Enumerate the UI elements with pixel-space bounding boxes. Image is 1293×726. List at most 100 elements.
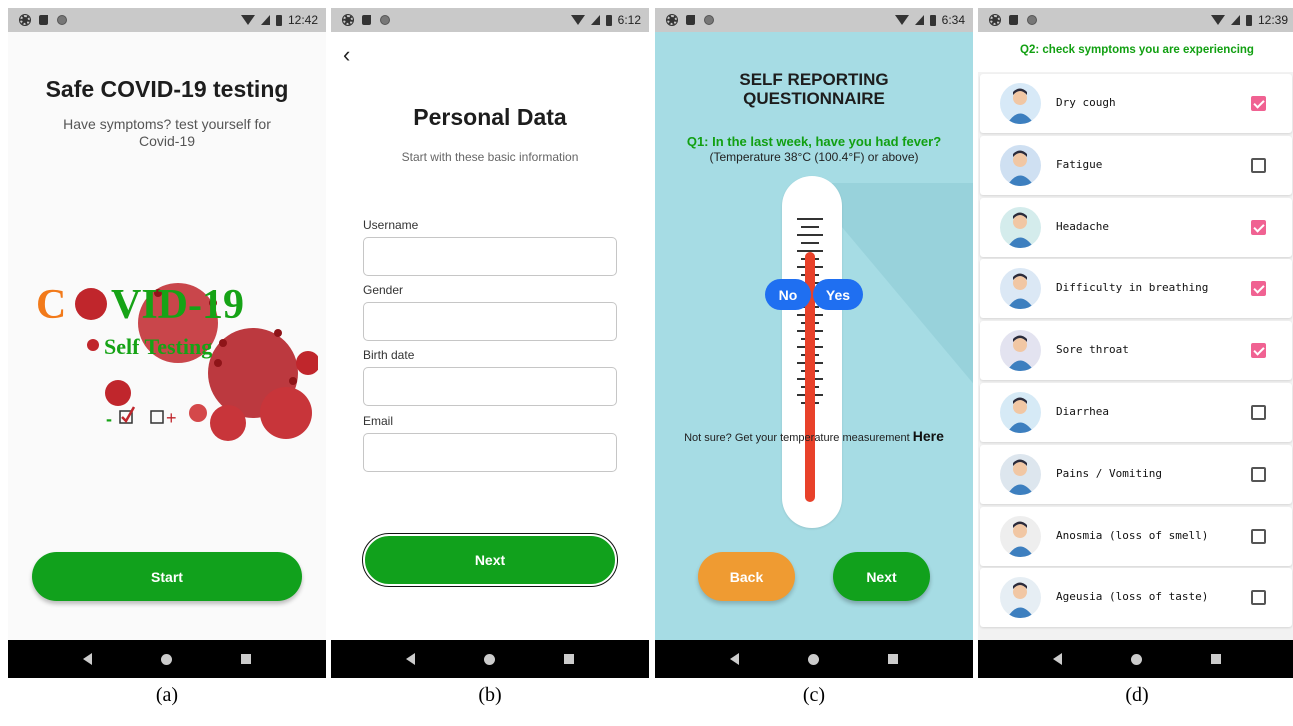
vomiting-icon xyxy=(1000,453,1041,495)
start-button[interactable]: Start xyxy=(32,552,302,601)
symptom-row[interactable]: Difficulty in breathing xyxy=(980,259,1292,319)
status-time: 6:34 xyxy=(941,13,965,27)
gender-label: Gender xyxy=(363,283,404,297)
email-label: Email xyxy=(363,414,394,428)
logo-minus: - xyxy=(106,409,112,429)
signal-icon xyxy=(1230,15,1240,25)
back-button[interactable]: Back xyxy=(698,552,795,601)
nav-back-icon[interactable] xyxy=(405,653,415,665)
not-sure-text: Not sure? Get your temperature measureme… xyxy=(655,428,973,444)
symptom-checkbox[interactable] xyxy=(1251,219,1266,235)
question-text: Q1: In the last week, have you had fever… xyxy=(686,134,942,149)
no-button[interactable]: No xyxy=(765,279,811,310)
signal-icon xyxy=(260,15,270,25)
symptom-label: Pains / Vomiting xyxy=(1056,466,1162,480)
caption-a: (a) xyxy=(155,684,179,706)
status-time: 12:42 xyxy=(287,13,318,27)
symptom-checkbox[interactable] xyxy=(1251,157,1266,173)
page-title: Personal Data xyxy=(413,104,567,130)
nav-recent-icon[interactable] xyxy=(241,654,252,664)
symptom-checkbox[interactable] xyxy=(1251,590,1266,606)
nav-home-icon[interactable] xyxy=(160,653,172,665)
signal-icon xyxy=(914,15,924,25)
nav-back-icon[interactable] xyxy=(1052,653,1062,665)
email-field[interactable] xyxy=(363,433,617,472)
caption-c: (c) xyxy=(802,684,826,706)
signal-icon xyxy=(590,15,600,25)
title-line-2: QUESTIONNAIRE xyxy=(743,89,885,108)
symptom-list: Dry cough Fatigue Headache Difficulty in br… xyxy=(980,74,1292,630)
screen-welcome: 12:42 Safe COVID-19 testing Have symptom… xyxy=(8,8,326,678)
notification-dot-icon xyxy=(57,15,67,25)
page-subtitle: Have symptoms? test yourself for Covid-1… xyxy=(63,116,271,149)
nav-home-icon[interactable] xyxy=(483,653,495,665)
gender-field[interactable] xyxy=(363,302,617,341)
symptom-row[interactable]: Dry cough xyxy=(980,74,1292,133)
nav-bar xyxy=(8,640,326,678)
username-field[interactable] xyxy=(363,237,617,276)
back-chevron-icon[interactable]: ‹ xyxy=(343,42,350,68)
symptom-row[interactable]: Pains / Vomiting xyxy=(980,444,1292,504)
nav-bar xyxy=(331,640,649,678)
wifi-icon xyxy=(1210,15,1225,25)
symptom-checkbox[interactable] xyxy=(1251,466,1266,482)
nav-back-icon[interactable] xyxy=(729,653,739,665)
symptom-label: Anosmia (loss of smell) xyxy=(1056,528,1209,542)
sd-card-icon xyxy=(1009,15,1018,25)
symptom-checkbox[interactable] xyxy=(1251,96,1266,111)
status-bar: 12:42 xyxy=(8,8,326,32)
nav-home-icon[interactable] xyxy=(807,653,819,665)
title-line-1: SELF REPORTING xyxy=(739,70,889,89)
ageusia-icon xyxy=(1000,577,1041,619)
page-title: Safe COVID-19 testing xyxy=(45,76,289,102)
screen-questionnaire: 6:34 SELF REPORTING QUESTIONNAIRE Q1: In… xyxy=(655,8,973,678)
birth-date-label: Birth date xyxy=(363,348,415,362)
dry-cough-icon xyxy=(1000,83,1041,124)
battery-icon xyxy=(929,14,936,26)
wifi-icon xyxy=(894,15,909,25)
wifi-icon xyxy=(570,15,585,25)
symptom-checkbox[interactable] xyxy=(1251,528,1266,544)
nav-recent-icon[interactable] xyxy=(888,654,899,664)
notification-dot-icon xyxy=(380,15,390,25)
symptom-label: Headache xyxy=(1056,219,1109,233)
nav-back-icon[interactable] xyxy=(82,653,92,665)
birth-date-field[interactable] xyxy=(363,367,617,406)
symptom-row[interactable]: Headache xyxy=(980,197,1292,257)
page-subtitle: Start with these basic information xyxy=(401,150,579,164)
next-button[interactable]: Next xyxy=(833,552,930,601)
battery-icon xyxy=(275,14,282,26)
nav-home-icon[interactable] xyxy=(1130,653,1142,665)
symptom-label: Diarrhea xyxy=(1056,404,1109,418)
not-sure-label: Not sure? Get your temperature measureme… xyxy=(684,432,910,444)
nav-bar xyxy=(978,640,1293,678)
nav-bar xyxy=(655,640,973,678)
wifi-icon xyxy=(240,15,255,25)
gear-icon xyxy=(989,14,1001,26)
symptom-label: Difficulty in breathing xyxy=(1056,281,1209,295)
symptom-row[interactable]: Diarrhea xyxy=(980,382,1292,442)
here-link[interactable]: Here xyxy=(913,428,944,444)
page-title: SELF REPORTING QUESTIONNAIRE xyxy=(655,70,973,108)
next-button[interactable]: Next xyxy=(362,533,618,587)
symptom-checkbox[interactable] xyxy=(1251,343,1266,359)
fatigue-icon xyxy=(1000,144,1041,186)
nav-recent-icon[interactable] xyxy=(564,654,575,664)
username-label: Username xyxy=(363,218,419,232)
sd-card-icon xyxy=(362,15,371,25)
logo-text-self-testing: Self Testing xyxy=(104,334,212,359)
nav-recent-icon[interactable] xyxy=(1211,654,1222,664)
symptom-checkbox[interactable] xyxy=(1251,281,1266,297)
symptom-checkbox[interactable] xyxy=(1251,404,1266,420)
symptom-row[interactable]: Ageusia (loss of taste) xyxy=(980,568,1292,628)
symptom-row[interactable]: Fatigue xyxy=(980,135,1292,195)
yes-button[interactable]: Yes xyxy=(813,279,863,310)
symptom-row[interactable]: Anosmia (loss of smell) xyxy=(980,506,1292,566)
symptom-label: Dry cough xyxy=(1056,96,1116,109)
battery-icon xyxy=(1245,14,1252,26)
status-time: 12:39 xyxy=(1257,13,1288,27)
figure: 12:42 Safe COVID-19 testing Have symptom… xyxy=(0,0,1293,726)
gear-icon xyxy=(666,14,678,26)
symptom-row[interactable]: Sore throat xyxy=(980,321,1292,381)
battery-icon xyxy=(605,14,612,26)
